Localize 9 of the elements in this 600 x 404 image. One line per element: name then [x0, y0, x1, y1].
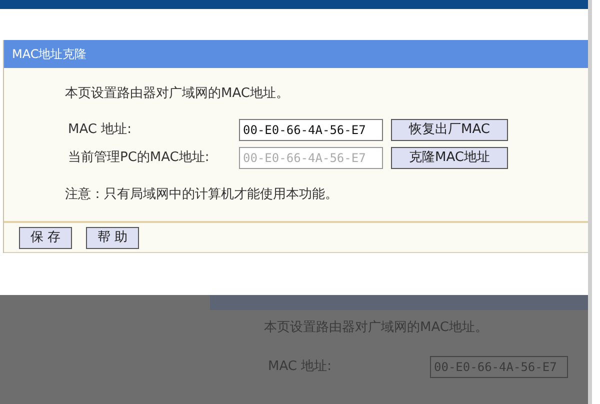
panel-title: MAC地址克隆	[4, 40, 588, 68]
form-button[interactable]: 帮 助	[86, 226, 139, 248]
field-label: MAC 地址:	[68, 120, 132, 139]
field-label: 当前管理PC的MAC地址:	[68, 148, 210, 167]
mac-address-field[interactable]: 00-E0-66-4A-56-E7	[239, 118, 383, 140]
note-text: 注意：只有局域网中的计算机才能使用本功能。	[65, 186, 339, 204]
intro-text: 本页设置路由器对广域网的MAC地址。	[65, 85, 290, 103]
action-button[interactable]: 恢复出厂MAC	[391, 118, 508, 140]
form-button[interactable]: 保 存	[19, 226, 72, 248]
